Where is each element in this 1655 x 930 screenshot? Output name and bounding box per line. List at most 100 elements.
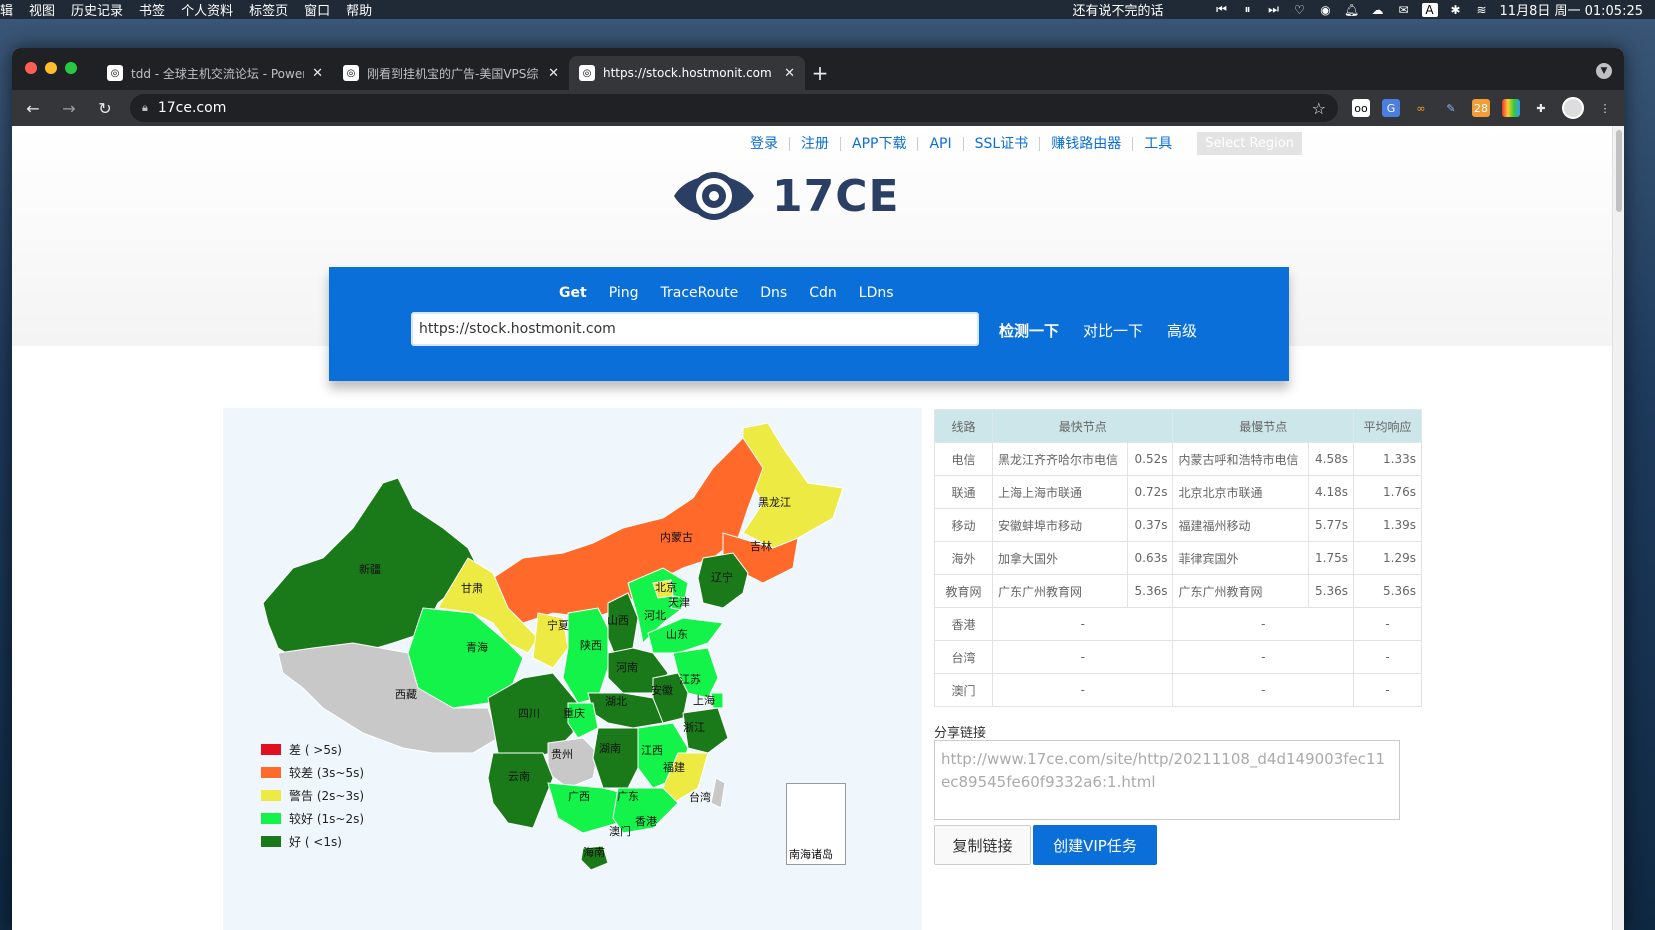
translate-icon[interactable]: G — [1382, 99, 1400, 117]
province-yunnan[interactable] — [487, 752, 554, 829]
previous-track-icon[interactable]: ⏮ — [1214, 2, 1230, 17]
tab-close-icon[interactable]: ✕ — [312, 66, 323, 81]
copy-link-button[interactable]: 复制链接 — [934, 825, 1031, 865]
site-logo[interactable]: 17CE — [670, 161, 900, 231]
tab-dns[interactable]: Dns — [760, 285, 787, 301]
login-link[interactable]: 登录 — [739, 136, 790, 151]
cell-avg: 1.39s — [1353, 508, 1422, 542]
menubar-item[interactable]: 视图 — [29, 0, 55, 19]
wifi-icon[interactable]: ≋ — [1474, 3, 1490, 17]
legend-swatch — [261, 767, 281, 778]
url-input[interactable]: https://stock.hostmonit.com — [411, 312, 979, 346]
label-taiwan: 台湾 — [689, 790, 711, 804]
tab-search-chevron-icon[interactable]: ▼ — [1596, 63, 1612, 79]
cell-avg: 5.36s — [1353, 574, 1422, 608]
menubar-item[interactable]: 书签 — [139, 0, 165, 19]
test-type-tabs: Get Ping TraceRoute Dns Cdn LDns — [559, 285, 894, 301]
pen-icon[interactable]: ✎ — [1442, 99, 1460, 117]
tab-ping[interactable]: Ping — [609, 285, 639, 301]
favicon-icon: ◎ — [579, 65, 595, 81]
bluetooth-icon[interactable]: ✱ — [1448, 3, 1464, 17]
province-shaanxi[interactable] — [562, 607, 609, 704]
tab-close-icon[interactable]: ✕ — [548, 66, 559, 81]
advanced-link[interactable]: 高级 — [1167, 320, 1197, 341]
page-scrollbar[interactable] — [1612, 126, 1624, 930]
next-track-icon[interactable]: ⏭ — [1266, 2, 1282, 17]
menubar-item[interactable]: 帮助 — [346, 0, 372, 19]
vpn-icon[interactable]: ◉ — [1318, 3, 1334, 17]
label-yunnan: 云南 — [508, 770, 530, 783]
color-picker-icon[interactable] — [1502, 99, 1520, 117]
router-link[interactable]: 赚钱路由器 — [1040, 136, 1134, 151]
tab-ldns[interactable]: LDns — [859, 285, 894, 301]
check-button[interactable]: 检测一下 — [999, 320, 1059, 341]
bookmark-star-icon[interactable]: ☆ — [1312, 99, 1326, 118]
compare-button[interactable]: 对比一下 — [1083, 320, 1143, 341]
reload-icon[interactable]: ↻ — [94, 97, 116, 119]
clock-text[interactable]: 11月8日 周一 01:05:25 — [1500, 0, 1643, 19]
close-window-button[interactable] — [25, 62, 37, 74]
more-menu-icon[interactable]: ⋮ — [1596, 99, 1614, 117]
select-region-dropdown[interactable]: Select Region — [1197, 132, 1302, 155]
share-link-textarea[interactable]: http://www.17ce.com/site/http/20211108_d… — [934, 740, 1400, 820]
label-shandong: 山东 — [666, 628, 688, 641]
forward-arrow-icon[interactable]: → — [58, 97, 80, 119]
eye-logo-icon — [674, 172, 754, 220]
province-hunan[interactable] — [592, 727, 644, 789]
tab-title: https://stock.hostmonit.com Gl — [603, 66, 777, 80]
menubar-item[interactable]: 窗口 — [304, 0, 330, 19]
cell-slow-node: - — [1172, 673, 1354, 707]
tab-get[interactable]: Get — [559, 285, 587, 301]
cell-fast-node: 加拿大国外 — [991, 541, 1129, 575]
tab-title: tdd - 全球主机交流论坛 - Power — [131, 66, 305, 81]
label-tianjin: 天津 — [668, 596, 690, 609]
lock-icon[interactable]: 🔒︎ — [142, 101, 148, 115]
cell-fast-time: 0.72s — [1127, 475, 1174, 509]
heart-icon[interactable]: ♡ — [1292, 3, 1308, 17]
wechat-icon[interactable]: ✉ — [1396, 3, 1412, 17]
label-sichuan: 四川 — [518, 707, 540, 720]
province-guizhou[interactable] — [547, 737, 599, 789]
browser-tab-1[interactable]: ◎ tdd - 全球主机交流论坛 - Power ✕ — [97, 56, 333, 90]
label-gansu: 甘肃 — [461, 582, 483, 595]
legend-label: 好 ( <1s) — [289, 835, 342, 849]
browser-tab-2[interactable]: ◎ 刚看到挂机宝的广告-美国VPS综 ✕ — [333, 56, 569, 90]
label-hebei: 河北 — [644, 609, 666, 622]
cell-fast-node: - — [991, 607, 1174, 641]
tab-cdn[interactable]: Cdn — [809, 285, 837, 301]
profile-avatar[interactable] — [1562, 97, 1584, 119]
pause-icon[interactable]: ⏸ — [1240, 2, 1256, 17]
maximize-window-button[interactable] — [65, 62, 77, 74]
create-vip-task-button[interactable]: 创建VIP任务 — [1033, 825, 1157, 865]
province-heilongjiang[interactable] — [742, 422, 844, 549]
input-method-icon[interactable]: A — [1421, 2, 1438, 17]
extension-icon[interactable]: oo — [1352, 99, 1370, 117]
legend-row: 好 ( <1s) — [261, 830, 364, 853]
calendar-icon[interactable]: 28 — [1472, 99, 1490, 117]
address-bar[interactable]: 🔒︎ 17ce.com ☆ — [130, 94, 1338, 122]
infinity-icon[interactable]: ∞ — [1412, 99, 1430, 117]
new-tab-button[interactable]: + — [805, 56, 835, 90]
puzzle-extensions-icon[interactable]: ✚ — [1532, 99, 1550, 117]
back-arrow-icon[interactable]: ← — [22, 97, 44, 119]
register-link[interactable]: 注册 — [790, 136, 841, 151]
menubar-item[interactable]: 历史记录 — [71, 0, 123, 19]
scrollbar-thumb[interactable] — [1616, 130, 1622, 212]
ssl-link[interactable]: SSL证书 — [964, 136, 1041, 151]
browser-tab-3-active[interactable]: ◎ https://stock.hostmonit.com Gl ✕ — [569, 56, 805, 90]
cloud-icon[interactable]: ☁ — [1370, 3, 1386, 17]
menubar-item[interactable]: 辑 — [0, 0, 13, 19]
tab-traceroute[interactable]: TraceRoute — [660, 285, 738, 301]
app-download-link[interactable]: APP下载 — [841, 136, 919, 151]
menubar-item[interactable]: 个人资料 — [181, 0, 233, 19]
province-taiwan[interactable] — [710, 777, 726, 809]
tab-close-icon[interactable]: ✕ — [784, 66, 795, 81]
label-guangdong: 广东 — [617, 790, 639, 803]
header-line: 线路 — [934, 409, 993, 443]
bell-icon[interactable]: 🔔︎ — [1344, 3, 1360, 17]
address-url[interactable]: 17ce.com — [158, 100, 226, 116]
api-link[interactable]: API — [918, 136, 964, 151]
minimize-window-button[interactable] — [45, 62, 57, 74]
menubar-item[interactable]: 标签页 — [249, 0, 288, 19]
tools-link[interactable]: 工具 — [1133, 137, 1183, 151]
